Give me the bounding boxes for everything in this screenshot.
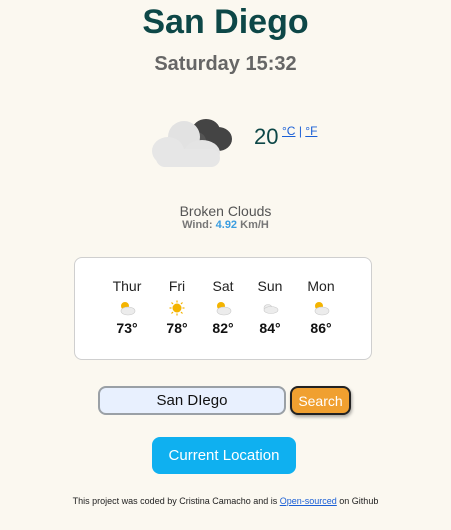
current-temperature: 20 — [254, 124, 279, 149]
sun-icon — [169, 300, 185, 316]
forecast-temp: 78° — [166, 320, 188, 336]
open-source-link[interactable]: Open-sourced — [280, 496, 337, 506]
forecast-day-name: Thur — [112, 278, 142, 294]
current-location-button[interactable]: Current Location — [152, 437, 296, 474]
search-button[interactable]: Search — [290, 386, 351, 415]
cloud-icon — [263, 304, 279, 314]
city-search-input[interactable] — [98, 386, 286, 415]
wind-speed: 4.92 — [215, 219, 238, 231]
forecast-temp: 86° — [310, 320, 332, 336]
footer-text: This project was coded by Cristina Camac… — [72, 496, 280, 506]
unit-separator: | — [298, 124, 302, 138]
partly-cloudy-icon — [216, 302, 232, 316]
wind-info: Wind: 4.92 Km/H — [0, 219, 451, 231]
forecast-temp: 82° — [212, 320, 234, 336]
city-title: San Diego — [142, 3, 309, 41]
forecast-day-name: Fri — [168, 278, 186, 294]
date-time: Saturday 15:32 — [154, 53, 297, 75]
fahrenheit-link[interactable]: °F — [305, 124, 317, 138]
forecast-day-name: Sat — [212, 278, 234, 294]
forecast-panel: Thur 73° Fri 78° Sat 82° Sun 84° Mon 86° — [74, 257, 372, 360]
wind-unit: Km/H — [240, 219, 269, 231]
forecast-temp: 84° — [259, 320, 281, 336]
forecast-temp: 73° — [116, 320, 138, 336]
partly-cloudy-icon — [120, 302, 136, 316]
celsius-link[interactable]: °C — [282, 124, 295, 138]
forecast-day-name: Sun — [257, 278, 283, 294]
forecast-day: Mon 86° — [299, 278, 343, 336]
unit-toggle: °C | °F — [282, 124, 317, 138]
forecast-day: Thur 73° — [105, 278, 149, 336]
forecast-day-name: Mon — [307, 278, 335, 294]
footer-text-end: on Github — [336, 496, 379, 506]
broken-clouds-icon — [152, 119, 232, 167]
footer: This project was coded by Cristina Camac… — [0, 496, 451, 506]
partly-cloudy-icon — [314, 302, 330, 316]
forecast-day: Sat 82° — [201, 278, 245, 336]
forecast-day: Sun 84° — [248, 278, 292, 336]
wind-label: Wind: — [182, 219, 213, 231]
weather-description: Broken Clouds — [179, 203, 272, 219]
forecast-day: Fri 78° — [155, 278, 199, 336]
